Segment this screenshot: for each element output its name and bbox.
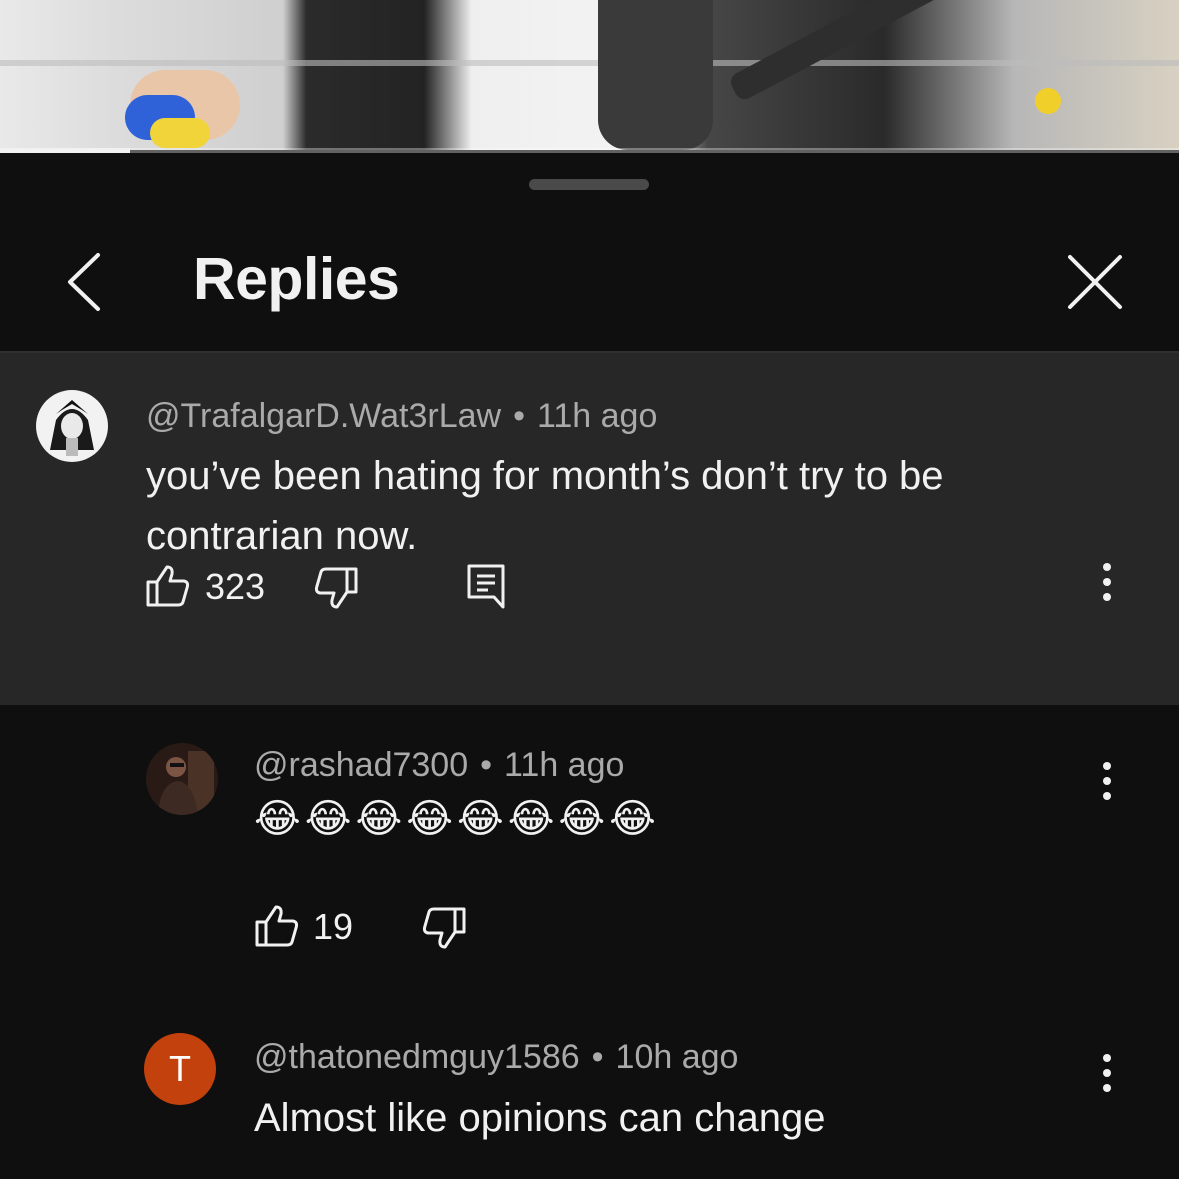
drag-handle[interactable] xyxy=(529,179,649,190)
comment-text: you’ve been hating for month’s don’t try… xyxy=(146,454,944,558)
video-mic-arm xyxy=(727,0,953,103)
reply-time: 10h ago xyxy=(615,1038,739,1076)
chevron-left-icon xyxy=(68,253,100,311)
dislike-button[interactable] xyxy=(421,906,467,950)
close-icon xyxy=(1068,255,1122,309)
replies-sheet: Replies @TrafalgarD.Wat3rLaw • 11h ago you… xyxy=(0,153,1179,1179)
thumb-up-icon xyxy=(255,905,299,947)
video-microphone xyxy=(598,0,713,150)
reply-menu-button[interactable] xyxy=(1092,1050,1122,1100)
reply-comment-icon xyxy=(467,564,505,609)
more-vert-icon xyxy=(1092,1054,1122,1092)
dislike-button[interactable] xyxy=(313,566,359,610)
sheet-header: Replies xyxy=(0,213,1179,353)
video-player[interactable] xyxy=(0,0,1179,150)
meta-separator: • xyxy=(513,397,525,435)
comment-author[interactable]: @TrafalgarD.Wat3rLaw xyxy=(146,397,501,435)
reply-author[interactable]: @rashad7300 xyxy=(254,746,468,784)
like-button[interactable] xyxy=(254,904,300,948)
thumb-down-icon xyxy=(422,907,466,949)
reply-menu-button[interactable] xyxy=(1092,758,1122,808)
video-plush-toy-yellow xyxy=(150,118,210,148)
avatar[interactable] xyxy=(146,743,218,815)
comment-time: 11h ago xyxy=(537,397,658,435)
reply-text: Almost like opinions can change xyxy=(254,1096,826,1140)
like-button[interactable] xyxy=(145,564,191,608)
reply-item: T @thatonedmguy1586 • 10h ago Almost like … xyxy=(0,1033,1179,1179)
close-button[interactable] xyxy=(1060,247,1130,317)
avatar[interactable]: T xyxy=(144,1033,216,1105)
comment-menu-button[interactable] xyxy=(1092,559,1122,609)
more-vert-icon xyxy=(1092,563,1122,601)
reply-item: @rashad7300 • 11h ago 😂😂😂😂😂😂😂😂 19 xyxy=(0,733,1179,1013)
comment-meta: @TrafalgarD.Wat3rLaw • 11h ago xyxy=(146,397,657,436)
reply-meta: @rashad7300 • 11h ago xyxy=(254,746,624,785)
reply-author[interactable]: @thatonedmguy1586 xyxy=(254,1038,580,1076)
thumb-up-icon xyxy=(146,565,190,607)
meta-separator: • xyxy=(591,1038,604,1076)
anime-avatar-icon xyxy=(36,390,108,462)
like-count: 19 xyxy=(313,906,354,947)
video-figurine xyxy=(1035,88,1061,114)
reply-text: 😂😂😂😂😂😂😂😂 xyxy=(254,796,660,842)
back-button[interactable] xyxy=(58,247,118,317)
sheet-title: Replies xyxy=(193,246,400,312)
avatar[interactable] xyxy=(36,390,108,462)
avatar-letter: T xyxy=(169,1048,191,1089)
photo-avatar-icon xyxy=(146,743,218,815)
parent-comment: @TrafalgarD.Wat3rLaw • 11h ago you’ve been… xyxy=(0,353,1179,705)
like-count: 323 xyxy=(205,566,266,607)
more-vert-icon xyxy=(1092,762,1122,800)
meta-separator: • xyxy=(480,746,493,784)
reply-meta: @thatonedmguy1586 • 10h ago xyxy=(254,1038,738,1077)
video-shelf xyxy=(0,60,1179,66)
reply-button[interactable] xyxy=(466,563,506,609)
thumb-down-icon xyxy=(314,567,358,609)
reply-time: 11h ago xyxy=(504,746,625,784)
